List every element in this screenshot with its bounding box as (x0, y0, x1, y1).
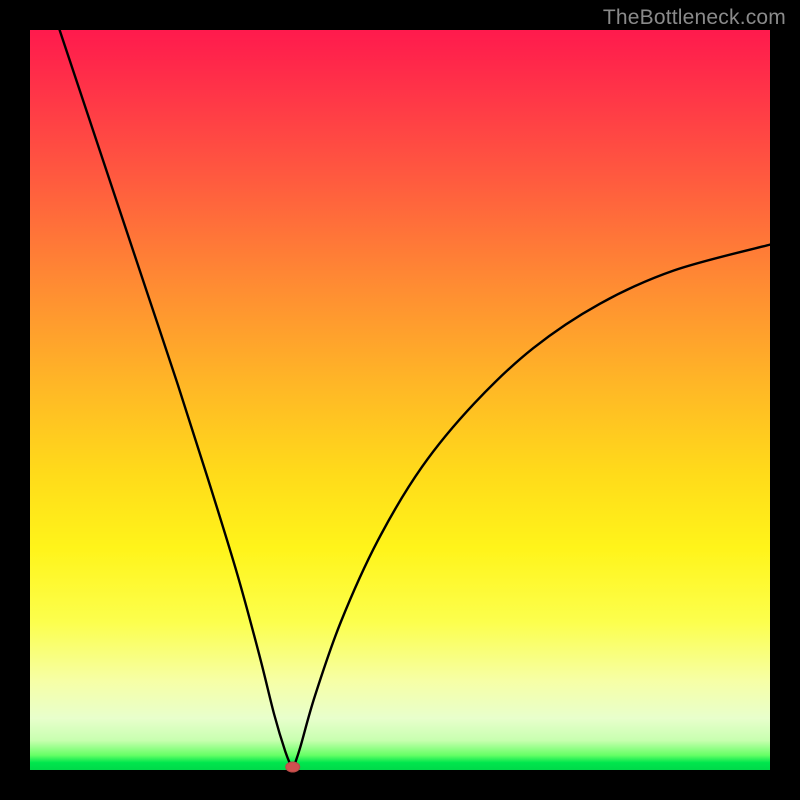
notch-marker (286, 762, 300, 772)
curve-svg (30, 30, 770, 770)
chart-frame: TheBottleneck.com (0, 0, 800, 800)
bottleneck-curve (60, 30, 770, 770)
watermark-text: TheBottleneck.com (603, 6, 786, 30)
plot-area (30, 30, 770, 770)
